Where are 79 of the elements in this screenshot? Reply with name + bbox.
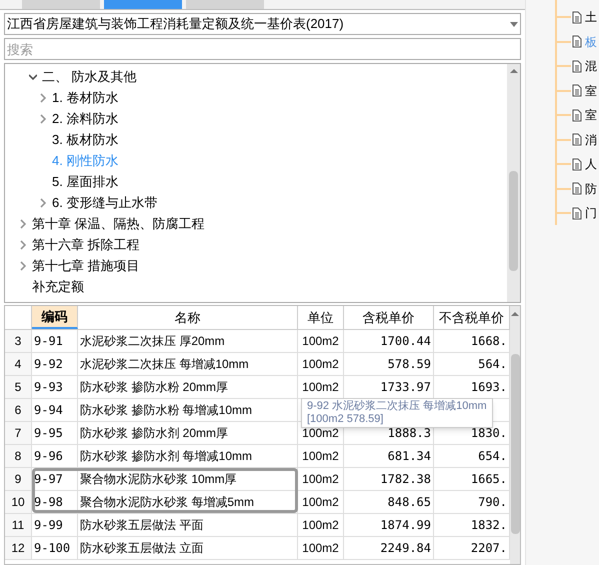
chevron-icon[interactable] [29, 72, 37, 82]
table-cell: 防水砂浆 掺防水粉 每增减10mm [78, 399, 298, 421]
tree-item[interactable]: 第十章 保温、隔热、防腐工程 [32, 214, 205, 234]
table-cell: 水泥砂浆二次抹压 厚20mm [78, 330, 298, 352]
document-icon [572, 108, 582, 122]
table-cell: 100m2 [298, 468, 344, 490]
table-cell: 100m2 [298, 353, 344, 375]
scrollbar[interactable] [510, 306, 520, 564]
table-cell: 848.65 [344, 491, 434, 513]
table-cell: 聚合物水泥防水砂浆 每增减5mm [78, 491, 298, 513]
row-number: 3 [5, 330, 32, 352]
tree-item[interactable]: 第十六章 拆除工程 [32, 234, 140, 254]
tree-item[interactable]: 5. 屋面排水 [52, 172, 118, 192]
document-icon [572, 60, 582, 73]
table-cell: 9-93 [32, 376, 78, 398]
table-cell: 9-94 [32, 399, 78, 421]
row-number: 4 [5, 353, 32, 375]
table-cell: 9-97 [32, 468, 78, 490]
document-icon [572, 158, 582, 171]
library-dropdown[interactable]: 江西省房屋建筑与装饰工程消耗量定额及统一基价表(2017) [4, 13, 521, 35]
table-cell: 681.34 [344, 445, 434, 467]
tooltip-text: 9-92 水泥砂浆二次抹压 每增减10mm [307, 400, 487, 413]
row-number: 11 [5, 514, 32, 536]
side-tree-item[interactable]: 人 [585, 155, 597, 174]
table-cell: 9-100 [32, 537, 78, 559]
document-icon [572, 84, 582, 98]
table-cell: 防水砂浆 掺防水剂 每增减10mm [78, 445, 298, 467]
table-cell: 9-96 [32, 445, 78, 467]
dropdown-caret-icon[interactable] [510, 22, 518, 26]
table-cell: 防水砂浆 掺防水粉 20mm厚 [78, 376, 298, 398]
side-tree-item[interactable]: 消 [585, 130, 597, 149]
document-icon [572, 182, 582, 196]
tree-item[interactable]: 1. 卷材防水 [52, 88, 118, 108]
table-cell: 1874.99 [344, 514, 434, 536]
tree-item[interactable]: 6. 变形缝与止水带 [52, 192, 158, 212]
table-cell: 9-99 [32, 514, 78, 536]
side-tree-item[interactable]: 室 [585, 82, 597, 100]
document-icon [572, 10, 582, 24]
table-cell: 1700.44 [344, 330, 434, 352]
side-tree-item[interactable]: 防 [585, 180, 597, 198]
table-cell: 9-92 [32, 353, 78, 375]
table-cell: 9-98 [32, 491, 78, 513]
side-tree-item[interactable]: 门 [585, 204, 597, 222]
search-field[interactable]: 搜索 [4, 38, 521, 60]
tree-item[interactable]: 补充定额 [32, 276, 84, 296]
table-cell: 1782.38 [344, 468, 434, 490]
document-icon [572, 206, 582, 220]
row-number: 5 [5, 376, 32, 398]
table-cell: 578.59 [344, 353, 434, 375]
table-cell: 100m2 [298, 491, 344, 513]
table-cell: 100m2 [298, 514, 344, 536]
row-number: 6 [5, 399, 32, 421]
tree-item[interactable]: 3. 板材防水 [52, 130, 118, 150]
row-number: 9 [5, 468, 32, 490]
table-cell: 100m2 [298, 330, 344, 352]
table-cell: 100m2 [298, 445, 344, 467]
side-tree-item[interactable]: 室 [585, 106, 597, 124]
column-header[interactable]: 编码 [32, 306, 78, 329]
side-tree-item[interactable]: 混 [585, 57, 597, 76]
table-cell: 2249.84 [344, 537, 434, 559]
row-number: 10 [5, 491, 32, 513]
row-number: 12 [5, 537, 32, 559]
tree-item[interactable]: 第十七章 措施项目 [32, 256, 140, 276]
row-number: 8 [5, 445, 32, 467]
row-number: 7 [5, 422, 32, 444]
table-cell: 100m2 [298, 537, 344, 559]
scrollbar[interactable] [507, 64, 520, 302]
side-tree-item[interactable]: 土 [585, 8, 597, 26]
document-icon [572, 133, 582, 146]
table-cell: 聚合物水泥防水砂浆 10mm厚 [78, 468, 298, 490]
document-icon [572, 35, 582, 48]
table-cell: 9-95 [32, 422, 78, 444]
tree-item[interactable]: 2. 涂料防水 [52, 108, 118, 128]
table-cell: 水泥砂浆二次抹压 每增减10mm [78, 353, 298, 375]
table-cell: 防水砂浆五层做法 平面 [78, 514, 298, 536]
table-cell: 防水砂浆五层做法 立面 [78, 537, 298, 559]
table-cell: 防水砂浆 掺防水剂 20mm厚 [78, 422, 298, 444]
table-cell: 9-91 [32, 330, 78, 352]
tree-item[interactable]: 二、 防水及其他 [42, 66, 137, 86]
